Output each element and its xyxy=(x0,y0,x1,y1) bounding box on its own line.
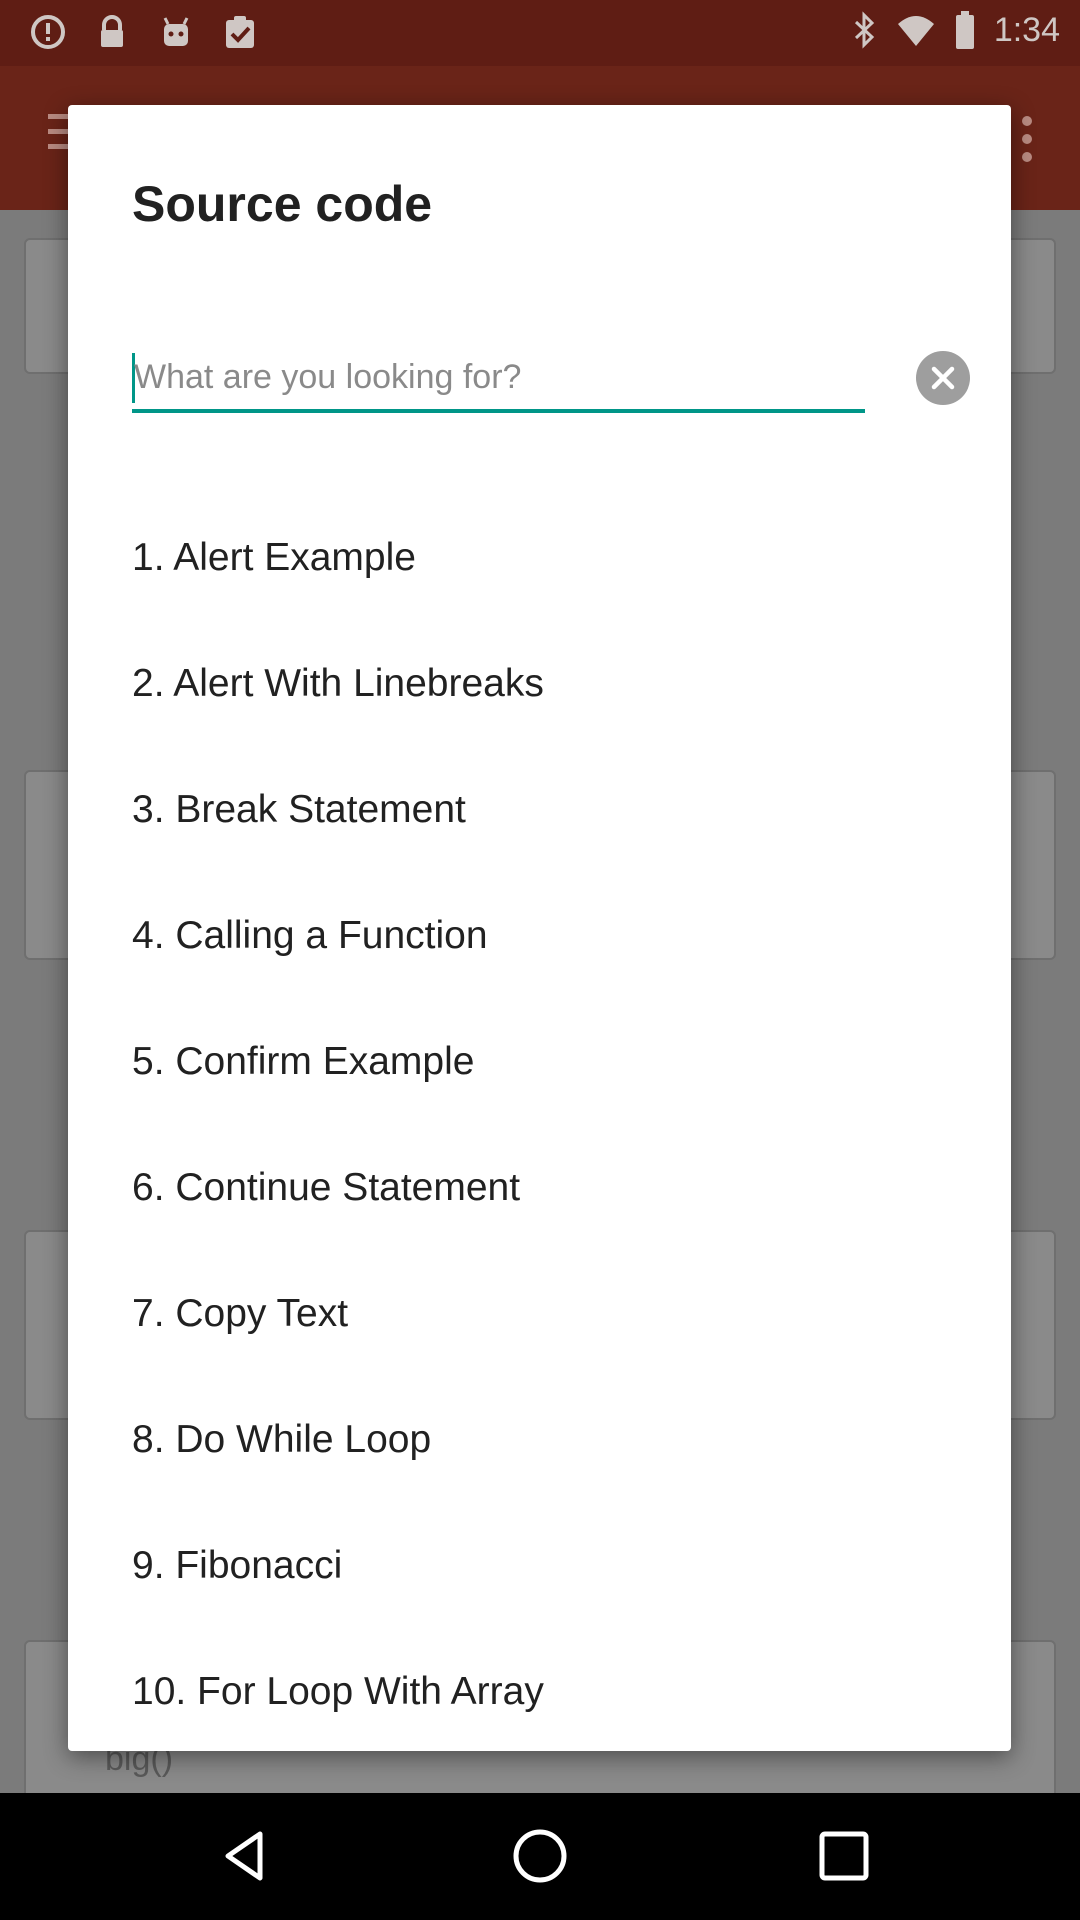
list-item[interactable]: 1. Alert Example xyxy=(132,495,962,621)
list-item[interactable]: 4. Calling a Function xyxy=(132,873,962,999)
home-icon[interactable] xyxy=(510,1826,570,1886)
navigation-bar xyxy=(0,1793,1080,1920)
list-item[interactable]: 10. For Loop With Array xyxy=(132,1629,962,1755)
clear-search-button[interactable] xyxy=(916,351,970,405)
recents-icon[interactable] xyxy=(814,1826,874,1886)
list-item[interactable]: 6. Continue Statement xyxy=(132,1125,962,1251)
list-item[interactable]: 7. Copy Text xyxy=(132,1251,962,1377)
back-icon[interactable] xyxy=(216,1826,276,1886)
android-icon xyxy=(163,17,189,46)
source-code-dialog: Source code 1. Alert Example 2. Alert Wi… xyxy=(68,105,1011,1751)
dialog-title: Source code xyxy=(132,176,433,232)
bluetooth-icon xyxy=(854,11,874,49)
status-bar: 1:34 xyxy=(0,0,1080,66)
wifi-icon xyxy=(897,16,934,46)
list-item[interactable]: 5. Confirm Example xyxy=(132,999,962,1125)
alert-circle-icon xyxy=(31,15,65,49)
list-item[interactable]: 3. Break Statement xyxy=(132,747,962,873)
notification-icons xyxy=(28,12,260,52)
search-field[interactable] xyxy=(132,345,865,413)
battery-icon xyxy=(955,11,974,49)
list-item[interactable]: 9. Fibonacci xyxy=(132,1503,962,1629)
source-code-list: 1. Alert Example 2. Alert With Linebreak… xyxy=(132,495,962,1755)
status-time: 1:34 xyxy=(993,10,1060,49)
list-item[interactable]: 8. Do While Loop xyxy=(132,1377,962,1503)
overflow-menu-icon xyxy=(1022,116,1034,170)
system-icons: 1:34 xyxy=(852,10,1060,50)
clipboard-check-icon xyxy=(226,16,254,48)
lock-icon xyxy=(101,15,123,47)
search-input[interactable] xyxy=(132,345,865,409)
close-icon xyxy=(931,366,955,390)
list-item[interactable]: 2. Alert With Linebreaks xyxy=(132,621,962,747)
